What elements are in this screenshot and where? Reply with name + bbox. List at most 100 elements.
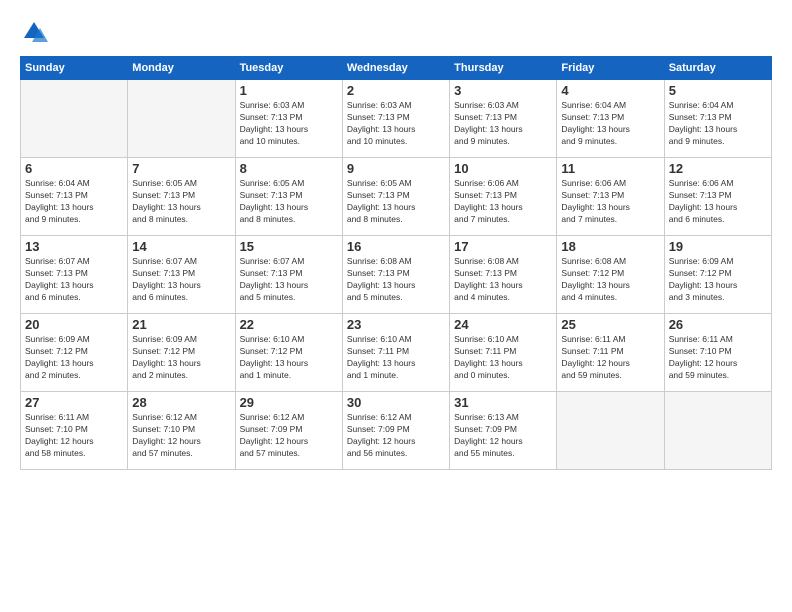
- day-info: Sunrise: 6:03 AM Sunset: 7:13 PM Dayligh…: [454, 100, 552, 148]
- calendar-cell: [557, 392, 664, 470]
- day-info: Sunrise: 6:10 AM Sunset: 7:12 PM Dayligh…: [240, 334, 338, 382]
- day-number: 16: [347, 239, 445, 254]
- day-number: 12: [669, 161, 767, 176]
- day-number: 20: [25, 317, 123, 332]
- day-info: Sunrise: 6:13 AM Sunset: 7:09 PM Dayligh…: [454, 412, 552, 460]
- calendar-cell: 26 Sunrise: 6:11 AM Sunset: 7:10 PM Dayli…: [664, 314, 771, 392]
- day-info: Sunrise: 6:05 AM Sunset: 7:13 PM Dayligh…: [132, 178, 230, 226]
- day-number: 25: [561, 317, 659, 332]
- calendar-cell: 11 Sunrise: 6:06 AM Sunset: 7:13 PM Dayli…: [557, 158, 664, 236]
- calendar-cell: 12 Sunrise: 6:06 AM Sunset: 7:13 PM Dayli…: [664, 158, 771, 236]
- day-info: Sunrise: 6:11 AM Sunset: 7:10 PM Dayligh…: [25, 412, 123, 460]
- day-info: Sunrise: 6:05 AM Sunset: 7:13 PM Dayligh…: [347, 178, 445, 226]
- day-info: Sunrise: 6:03 AM Sunset: 7:13 PM Dayligh…: [347, 100, 445, 148]
- calendar-cell: 24 Sunrise: 6:10 AM Sunset: 7:11 PM Dayli…: [450, 314, 557, 392]
- day-info: Sunrise: 6:07 AM Sunset: 7:13 PM Dayligh…: [132, 256, 230, 304]
- day-info: Sunrise: 6:10 AM Sunset: 7:11 PM Dayligh…: [347, 334, 445, 382]
- calendar-cell: 2 Sunrise: 6:03 AM Sunset: 7:13 PM Daylig…: [342, 80, 449, 158]
- day-info: Sunrise: 6:04 AM Sunset: 7:13 PM Dayligh…: [669, 100, 767, 148]
- calendar-cell: 16 Sunrise: 6:08 AM Sunset: 7:13 PM Dayli…: [342, 236, 449, 314]
- calendar-cell: 8 Sunrise: 6:05 AM Sunset: 7:13 PM Daylig…: [235, 158, 342, 236]
- day-number: 7: [132, 161, 230, 176]
- col-header-tuesday: Tuesday: [235, 57, 342, 80]
- calendar-cell: 9 Sunrise: 6:05 AM Sunset: 7:13 PM Daylig…: [342, 158, 449, 236]
- day-number: 29: [240, 395, 338, 410]
- calendar-cell: 5 Sunrise: 6:04 AM Sunset: 7:13 PM Daylig…: [664, 80, 771, 158]
- week-row-4: 27 Sunrise: 6:11 AM Sunset: 7:10 PM Dayli…: [21, 392, 772, 470]
- day-info: Sunrise: 6:09 AM Sunset: 7:12 PM Dayligh…: [132, 334, 230, 382]
- calendar-table: SundayMondayTuesdayWednesdayThursdayFrid…: [20, 56, 772, 470]
- calendar-cell: 17Sunrise: 6:08 AM Sunset: 7:13 PM Dayli…: [450, 236, 557, 314]
- day-info: Sunrise: 6:06 AM Sunset: 7:13 PM Dayligh…: [561, 178, 659, 226]
- calendar-cell: 1 Sunrise: 6:03 AM Sunset: 7:13 PM Daylig…: [235, 80, 342, 158]
- logo: [20, 18, 52, 46]
- calendar-cell: 23 Sunrise: 6:10 AM Sunset: 7:11 PM Dayli…: [342, 314, 449, 392]
- calendar-cell: 29Sunrise: 6:12 AM Sunset: 7:09 PM Dayli…: [235, 392, 342, 470]
- day-number: 31: [454, 395, 552, 410]
- day-number: 13: [25, 239, 123, 254]
- day-info: Sunrise: 6:11 AM Sunset: 7:10 PM Dayligh…: [669, 334, 767, 382]
- calendar-cell: 18Sunrise: 6:08 AM Sunset: 7:12 PM Dayli…: [557, 236, 664, 314]
- logo-icon: [20, 18, 48, 46]
- week-row-1: 6 Sunrise: 6:04 AM Sunset: 7:13 PM Daylig…: [21, 158, 772, 236]
- col-header-sunday: Sunday: [21, 57, 128, 80]
- calendar-cell: 22 Sunrise: 6:10 AM Sunset: 7:12 PM Dayli…: [235, 314, 342, 392]
- calendar-cell: 31 Sunrise: 6:13 AM Sunset: 7:09 PM Dayli…: [450, 392, 557, 470]
- day-number: 27: [25, 395, 123, 410]
- day-number: 8: [240, 161, 338, 176]
- day-info: Sunrise: 6:09 AM Sunset: 7:12 PM Dayligh…: [669, 256, 767, 304]
- day-number: 9: [347, 161, 445, 176]
- day-number: 28: [132, 395, 230, 410]
- col-header-wednesday: Wednesday: [342, 57, 449, 80]
- day-number: 1: [240, 83, 338, 98]
- day-info: Sunrise: 6:10 AM Sunset: 7:11 PM Dayligh…: [454, 334, 552, 382]
- calendar-cell: 27 Sunrise: 6:11 AM Sunset: 7:10 PM Dayli…: [21, 392, 128, 470]
- day-info: Sunrise: 6:03 AM Sunset: 7:13 PM Dayligh…: [240, 100, 338, 148]
- day-number: 22: [240, 317, 338, 332]
- calendar-cell: 10Sunrise: 6:06 AM Sunset: 7:13 PM Dayli…: [450, 158, 557, 236]
- day-number: 30: [347, 395, 445, 410]
- day-number: 19: [669, 239, 767, 254]
- calendar-header-row: SundayMondayTuesdayWednesdayThursdayFrid…: [21, 57, 772, 80]
- day-number: 2: [347, 83, 445, 98]
- day-number: 5: [669, 83, 767, 98]
- calendar-cell: 3 Sunrise: 6:03 AM Sunset: 7:13 PM Daylig…: [450, 80, 557, 158]
- day-info: Sunrise: 6:08 AM Sunset: 7:13 PM Dayligh…: [347, 256, 445, 304]
- calendar-cell: 25Sunrise: 6:11 AM Sunset: 7:11 PM Dayli…: [557, 314, 664, 392]
- day-number: 15: [240, 239, 338, 254]
- calendar-cell: [128, 80, 235, 158]
- day-info: Sunrise: 6:09 AM Sunset: 7:12 PM Dayligh…: [25, 334, 123, 382]
- day-number: 17: [454, 239, 552, 254]
- calendar-cell: 4Sunrise: 6:04 AM Sunset: 7:13 PM Daylig…: [557, 80, 664, 158]
- day-info: Sunrise: 6:04 AM Sunset: 7:13 PM Dayligh…: [25, 178, 123, 226]
- calendar-cell: 7 Sunrise: 6:05 AM Sunset: 7:13 PM Daylig…: [128, 158, 235, 236]
- col-header-saturday: Saturday: [664, 57, 771, 80]
- day-number: 23: [347, 317, 445, 332]
- calendar-cell: [21, 80, 128, 158]
- calendar-cell: 21 Sunrise: 6:09 AM Sunset: 7:12 PM Dayli…: [128, 314, 235, 392]
- day-number: 24: [454, 317, 552, 332]
- col-header-monday: Monday: [128, 57, 235, 80]
- day-number: 18: [561, 239, 659, 254]
- calendar-cell: 19 Sunrise: 6:09 AM Sunset: 7:12 PM Dayli…: [664, 236, 771, 314]
- calendar-cell: 28 Sunrise: 6:12 AM Sunset: 7:10 PM Dayli…: [128, 392, 235, 470]
- header: [20, 18, 772, 46]
- day-number: 26: [669, 317, 767, 332]
- col-header-thursday: Thursday: [450, 57, 557, 80]
- day-number: 3: [454, 83, 552, 98]
- day-number: 14: [132, 239, 230, 254]
- calendar-cell: [664, 392, 771, 470]
- calendar-cell: 6 Sunrise: 6:04 AM Sunset: 7:13 PM Daylig…: [21, 158, 128, 236]
- day-number: 10: [454, 161, 552, 176]
- calendar-cell: 14 Sunrise: 6:07 AM Sunset: 7:13 PM Dayli…: [128, 236, 235, 314]
- day-info: Sunrise: 6:05 AM Sunset: 7:13 PM Dayligh…: [240, 178, 338, 226]
- day-info: Sunrise: 6:12 AM Sunset: 7:10 PM Dayligh…: [132, 412, 230, 460]
- day-number: 21: [132, 317, 230, 332]
- day-info: Sunrise: 6:04 AM Sunset: 7:13 PM Dayligh…: [561, 100, 659, 148]
- day-info: Sunrise: 6:07 AM Sunset: 7:13 PM Dayligh…: [240, 256, 338, 304]
- day-info: Sunrise: 6:06 AM Sunset: 7:13 PM Dayligh…: [669, 178, 767, 226]
- day-number: 6: [25, 161, 123, 176]
- day-number: 11: [561, 161, 659, 176]
- calendar-cell: 13Sunrise: 6:07 AM Sunset: 7:13 PM Dayli…: [21, 236, 128, 314]
- calendar-cell: 15 Sunrise: 6:07 AM Sunset: 7:13 PM Dayli…: [235, 236, 342, 314]
